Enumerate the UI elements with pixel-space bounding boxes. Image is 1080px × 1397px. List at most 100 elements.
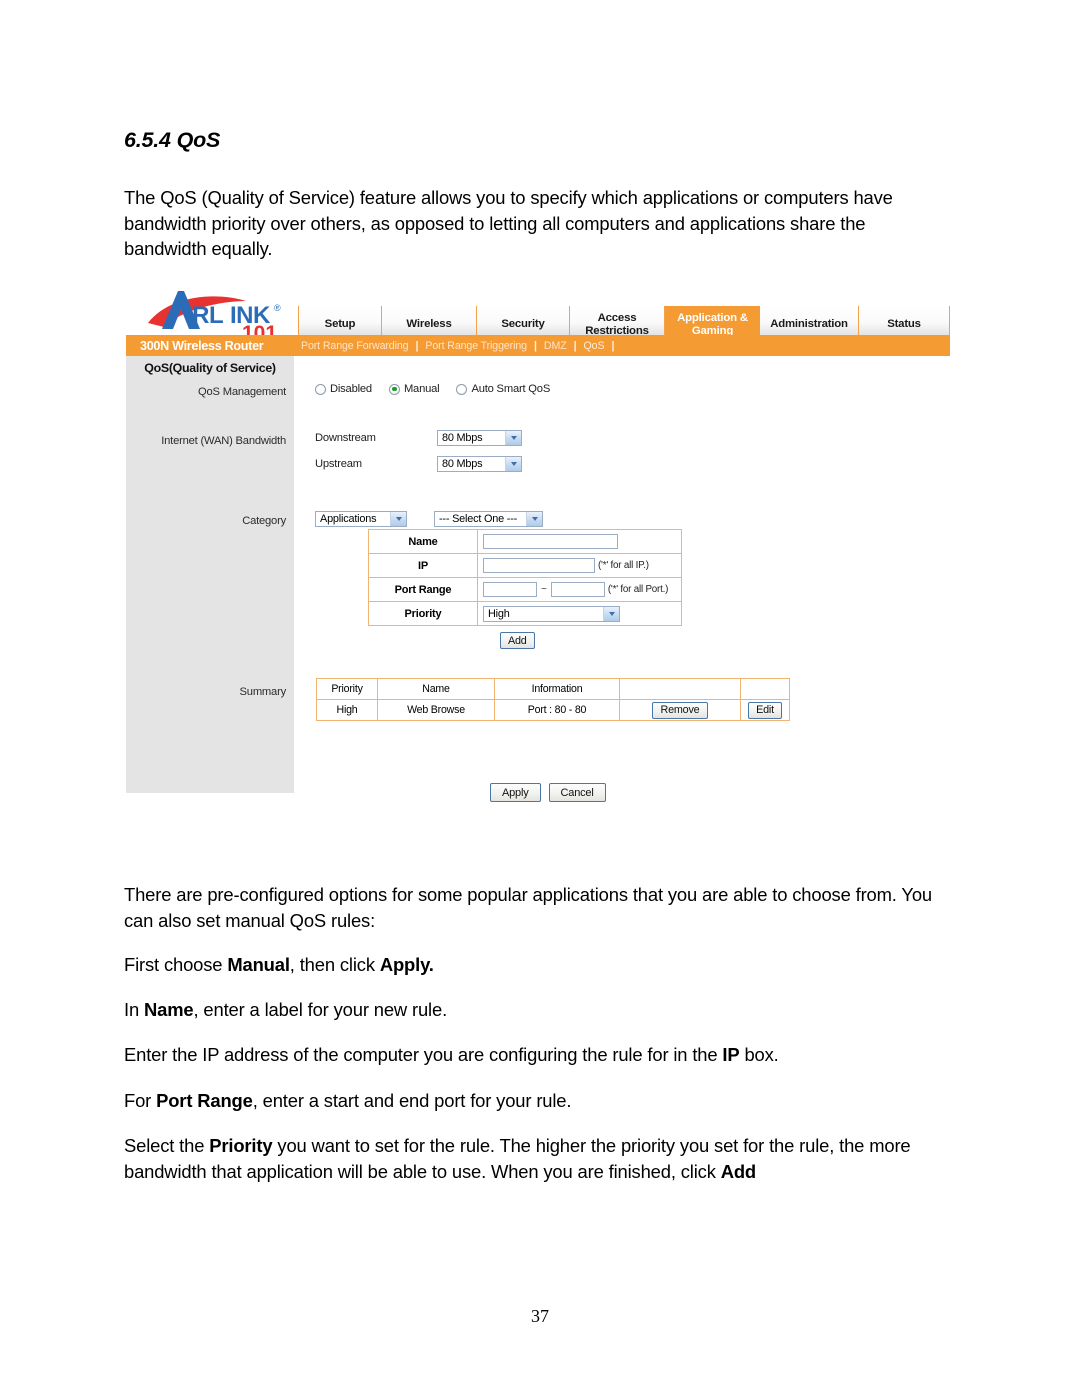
radio-manual[interactable]: Manual [388, 383, 440, 395]
apply-button[interactable]: Apply [490, 783, 541, 802]
rule-row-priority: Priority High [368, 601, 682, 626]
summary-header-name: Name [377, 678, 495, 700]
svg-text:IRL: IRL [186, 302, 223, 329]
summary-cell-name: Web Browse [377, 699, 495, 721]
rule-form-table: Name IP ('*' for all IP.) Port Range ~ ('… [368, 529, 682, 626]
config-body: QoS(Quality of Service) QoS Management I… [126, 356, 950, 810]
rule-priority-label: Priority [368, 601, 478, 626]
summary-cell-priority: High [316, 699, 378, 721]
summary-cell-edit: Edit [740, 699, 790, 721]
chevron-down-icon [505, 457, 521, 471]
port-range-paragraph: For Port Range, enter a start and end po… [124, 1088, 944, 1114]
rule-row-name: Name [368, 529, 682, 554]
rule-port-end-input[interactable] [550, 582, 605, 597]
rule-port-hint: ('*' for all Port.) [607, 584, 669, 596]
subnav-dmz[interactable]: DMZ [537, 340, 574, 352]
category-preset-value: --- Select One --- [439, 513, 518, 525]
rule-port-label: Port Range [368, 577, 478, 602]
router-model-label: 300N Wireless Router [140, 338, 264, 353]
rule-ip-input[interactable] [483, 558, 595, 573]
summary-header-information: Information [494, 678, 620, 700]
category-type-select[interactable]: Applications [315, 511, 407, 527]
section-title: QoS(Quality of Service) [144, 361, 276, 375]
bold-priority: Priority [209, 1135, 273, 1156]
intro-paragraph: The QoS (Quality of Service) feature all… [124, 187, 893, 259]
summary-header-priority: Priority [316, 678, 378, 700]
subnav-divider: | [573, 339, 577, 352]
svg-text:®: ® [274, 303, 281, 313]
text-run: , enter a start and end port for your ru… [252, 1090, 572, 1111]
router-admin-screenshot: IRL INK ® 101 Setup Wireless Security Ac… [126, 283, 950, 810]
priority-paragraph: Select the Priority you want to set for … [124, 1133, 946, 1184]
bold-port-range: Port Range [156, 1090, 253, 1111]
rule-priority-cell: High [477, 601, 682, 626]
subnav-divider: | [415, 339, 419, 352]
downstream-value: 80 Mbps [442, 432, 483, 444]
summary-header-remove [619, 678, 741, 700]
radio-label: Disabled [330, 383, 372, 395]
page-title: 6.5.4 QoS [124, 128, 221, 152]
sub-navigation[interactable]: Port Range Forwarding | Port Range Trigg… [294, 340, 614, 352]
cancel-button[interactable]: Cancel [548, 783, 606, 802]
radio-label: Manual [403, 383, 440, 395]
rule-priority-select[interactable]: High [483, 605, 620, 622]
add-button[interactable]: Add [500, 632, 535, 649]
summary-header-edit [740, 678, 790, 700]
downstream-select[interactable]: 80 Mbps [437, 430, 522, 446]
table-row: High Web Browse Port : 80 - 80 Remove Ed… [316, 699, 790, 721]
chevron-down-icon [505, 431, 521, 445]
text-run: box. [739, 1044, 779, 1065]
label-category: Category [242, 515, 286, 527]
subnav-divider: | [533, 339, 537, 352]
chevron-down-icon [603, 606, 619, 621]
summary-cell-remove: Remove [619, 699, 741, 721]
label-qos-management: QoS Management [198, 386, 286, 398]
chevron-down-icon [390, 512, 406, 526]
bold-add: Add [720, 1160, 757, 1182]
rule-name-input[interactable] [483, 534, 618, 549]
model-and-subnav-band: 300N Wireless Router Port Range Forwardi… [126, 335, 950, 356]
edit-button[interactable]: Edit [748, 701, 782, 719]
radio-auto-smart-qos[interactable]: Auto Smart QoS [456, 383, 550, 395]
summary-cell-information: Port : 80 - 80 [494, 699, 620, 721]
upstream-select[interactable]: 80 Mbps [437, 456, 522, 472]
text-run: Select the [124, 1135, 210, 1156]
radio-dot-icon [315, 383, 326, 395]
subnav-port-range-triggering[interactable]: Port Range Triggering [418, 340, 534, 352]
radio-disabled[interactable]: Disabled [315, 383, 372, 395]
summary-header-row: Priority Name Information [316, 678, 790, 700]
text-run: In [124, 999, 144, 1020]
rule-ip-label: IP [368, 553, 478, 578]
radio-label: Auto Smart QoS [471, 383, 551, 395]
downstream-label: Downstream [315, 432, 376, 444]
remove-button[interactable]: Remove [652, 701, 708, 719]
router-header: IRL INK ® 101 Setup Wireless Security Ac… [126, 283, 950, 345]
rule-ip-cell: ('*' for all IP.) [477, 553, 682, 578]
subnav-port-range-forwarding[interactable]: Port Range Forwarding [294, 340, 415, 352]
category-type-value: Applications [320, 513, 377, 525]
rule-ip-hint: ('*' for all IP.) [598, 560, 649, 572]
qos-management-radio-group[interactable]: Disabled Manual Auto Smart QoS [315, 383, 567, 395]
rule-port-start-input[interactable] [483, 582, 537, 597]
category-row: Applications --- Select One --- [315, 511, 543, 527]
upstream-label: Upstream [315, 458, 362, 470]
radio-dot-icon [456, 383, 468, 395]
category-preset-select[interactable]: --- Select One --- [434, 511, 543, 527]
downstream-row: Downstream 80 Mbps [315, 430, 522, 446]
rule-name-label: Name [368, 529, 478, 554]
subnav-qos[interactable]: QoS [577, 340, 612, 352]
text-run: , enter a label for your new rule. [193, 999, 448, 1020]
text-run: For [124, 1090, 157, 1111]
rule-priority-value: High [488, 607, 510, 620]
in-name-paragraph: In Name, enter a label for your new rule… [124, 997, 944, 1023]
text-run: Enter the IP address of the computer you… [124, 1044, 723, 1065]
text-run: First choose [124, 954, 228, 975]
upstream-value: 80 Mbps [442, 458, 483, 470]
upstream-row: Upstream 80 Mbps [315, 456, 522, 472]
summary-table: Priority Name Information High Web Brows… [316, 678, 790, 721]
bold-name: Name [144, 999, 194, 1020]
radio-dot-selected-icon [388, 383, 400, 395]
bold-manual: Manual [227, 954, 290, 975]
rule-row-ip: IP ('*' for all IP.) [368, 553, 682, 578]
rule-port-cell: ~ ('*' for all Port.) [477, 577, 682, 602]
